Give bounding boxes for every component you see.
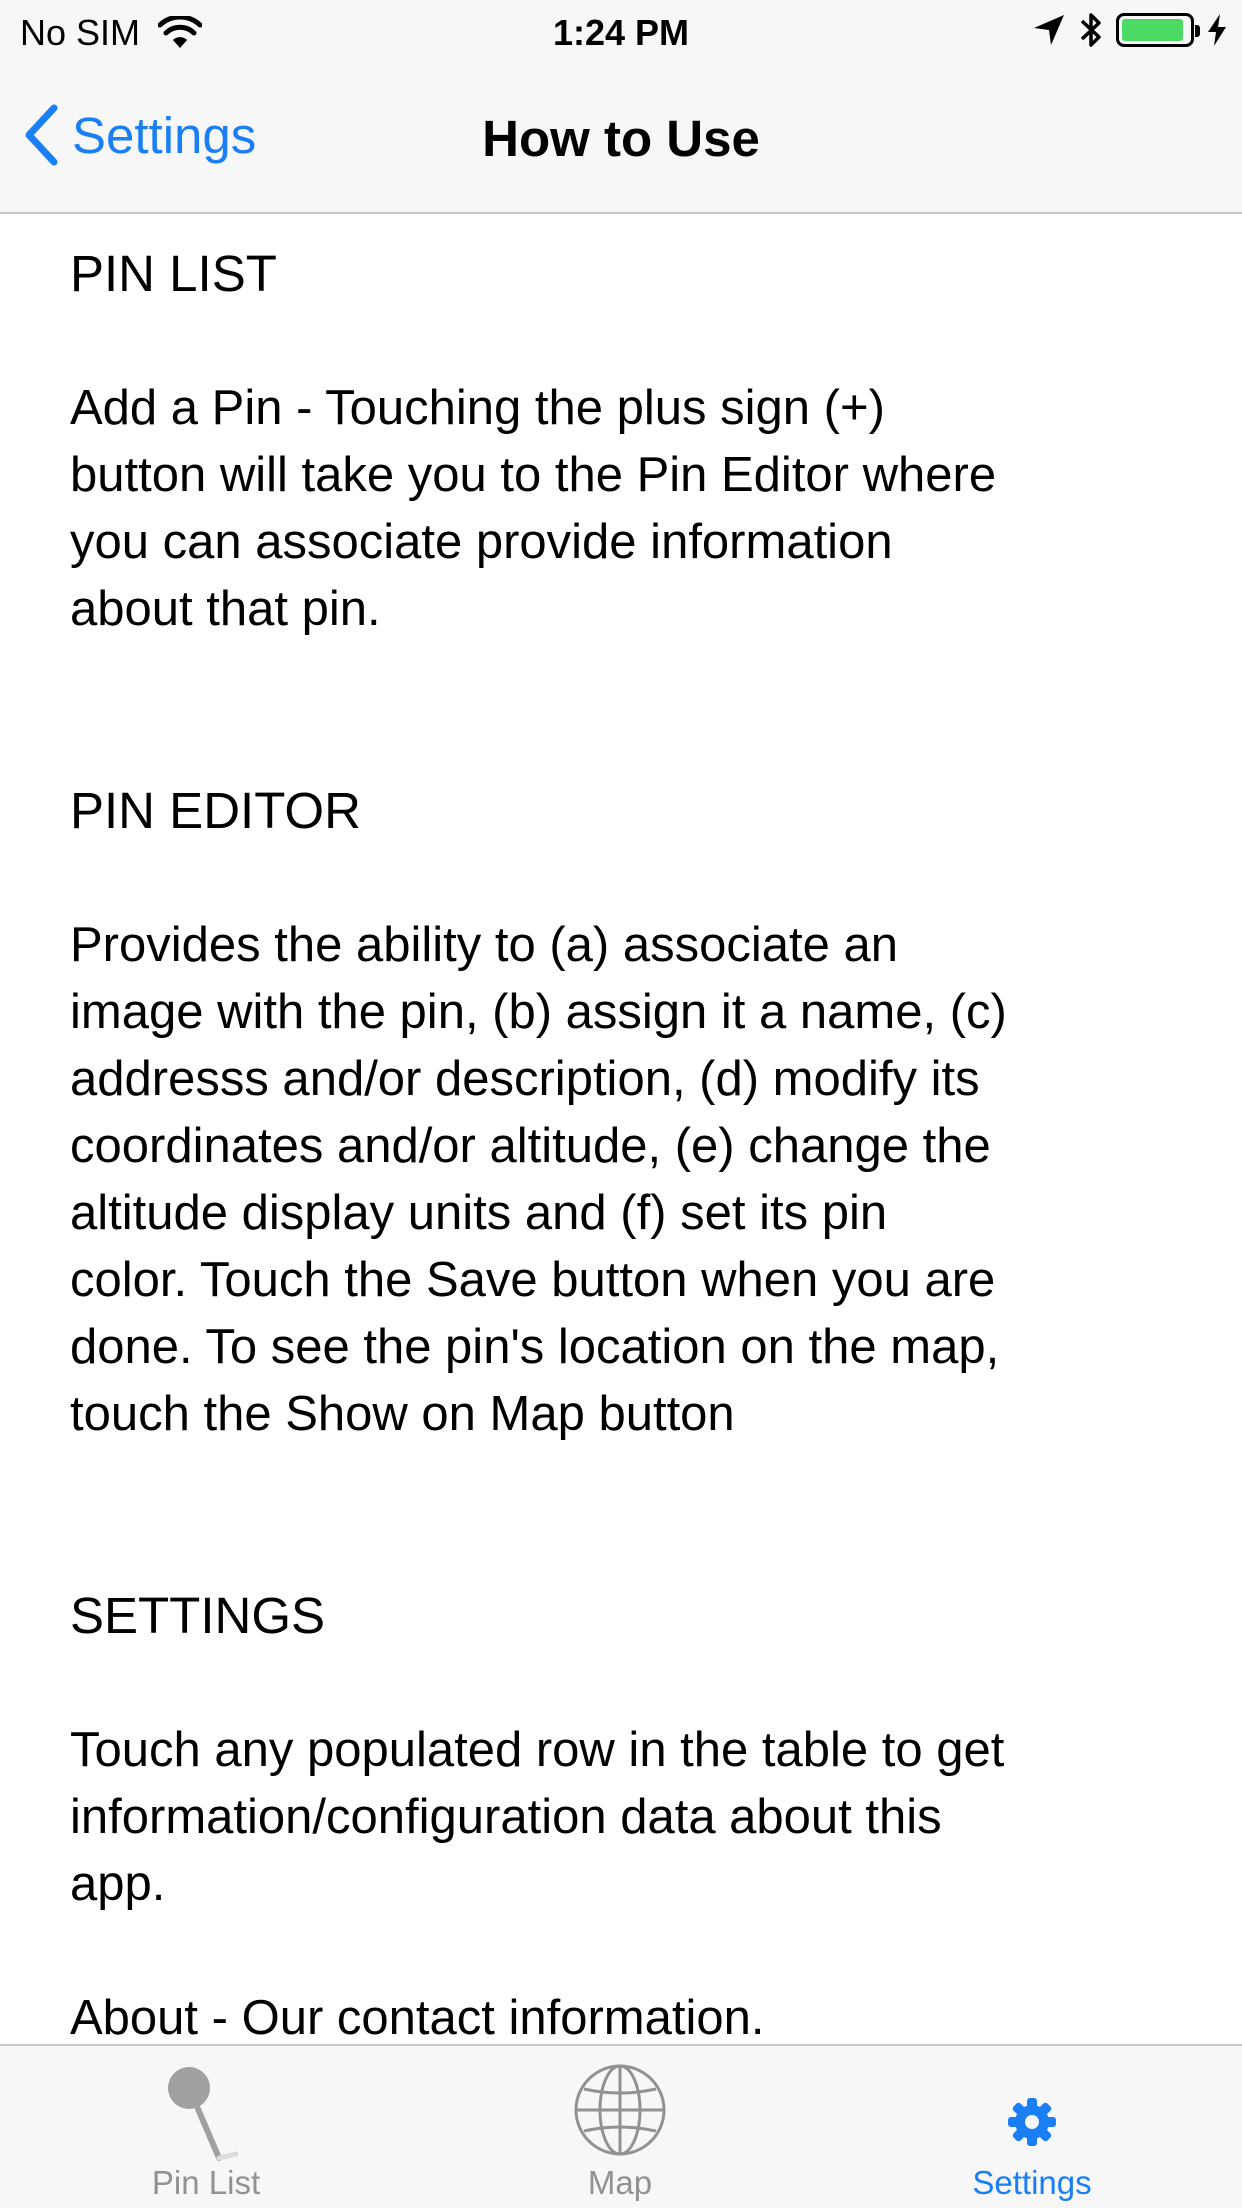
help-content[interactable]: PIN LIST Add a Pin - Touching the plus s… <box>0 216 1242 2044</box>
location-arrow-icon <box>1034 15 1064 45</box>
tab-map[interactable]: Map <box>470 2046 770 2210</box>
section-paragraph: Touch any populated row in the table to … <box>70 1723 1005 1911</box>
section-paragraph: About - Our contact information. <box>70 1991 765 2044</box>
tab-label: Map <box>587 2164 653 2201</box>
section-settings: SETTINGS Touch any populated row in the … <box>70 1582 1172 2044</box>
bluetooth-icon <box>1080 13 1101 47</box>
status-bar: No SIM 1:24 PM <box>0 0 1242 64</box>
section-paragraph: Provides the ability to (a) associate an… <box>70 918 1007 1441</box>
status-right <box>1032 10 1228 50</box>
battery-fill <box>1122 19 1183 41</box>
section-heading: PIN LIST <box>70 245 277 302</box>
navigation-bar: Settings How to Use <box>0 64 1242 214</box>
tab-pin-list[interactable]: Pin List <box>56 2046 356 2210</box>
section-pin-list: PIN LIST Add a Pin - Touching the plus s… <box>70 240 1172 643</box>
section-paragraph: Add a Pin - Touching the plus sign (+) b… <box>70 381 997 636</box>
section-pin-editor: PIN EDITOR Provides the ability to (a) a… <box>70 777 1172 1448</box>
tab-label: Settings <box>972 2164 1092 2201</box>
tab-settings[interactable]: Settings <box>882 2046 1182 2210</box>
page-title: How to Use <box>482 110 760 167</box>
gear-icon <box>1008 2098 1056 2146</box>
tab-bar: Pin List Map Settings <box>0 2044 1242 2208</box>
section-heading: PIN EDITOR <box>70 782 361 839</box>
section-heading: SETTINGS <box>70 1587 326 1644</box>
battery-indicator <box>1116 13 1200 47</box>
charging-bolt-icon <box>1208 14 1226 46</box>
globe-icon <box>574 2064 666 2156</box>
pin-icon <box>168 2067 239 2161</box>
tab-label: Pin List <box>151 2164 261 2201</box>
